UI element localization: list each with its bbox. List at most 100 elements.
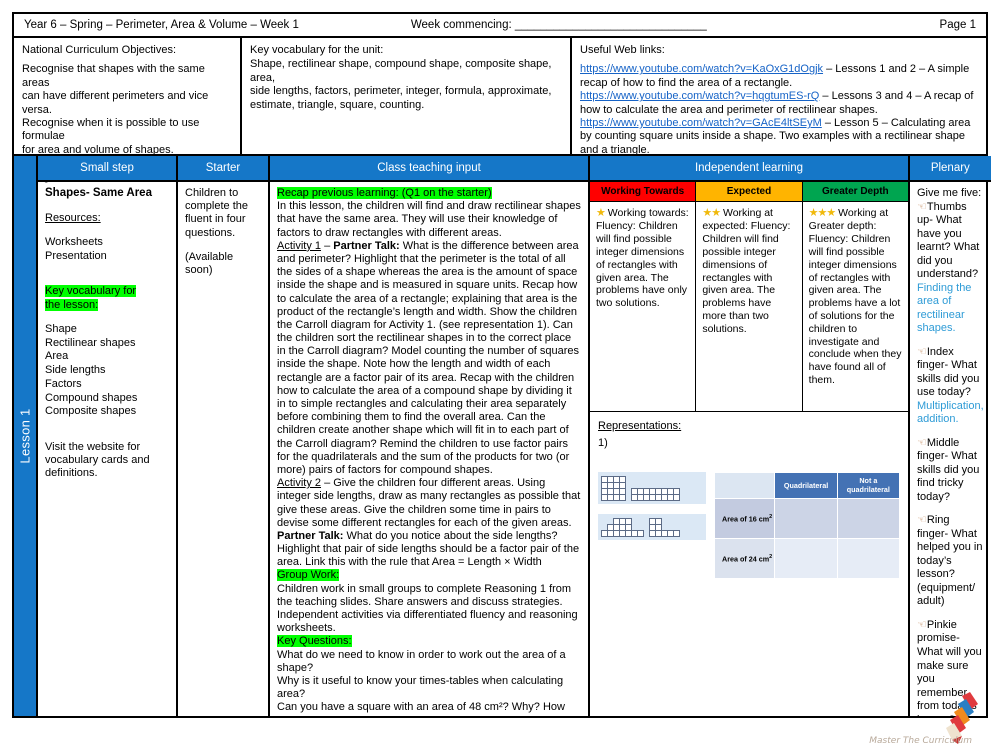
carroll-corner-cell xyxy=(713,472,776,500)
weblink-item: https://www.youtube.com/watch?v=GAcE4ltS… xyxy=(580,117,978,157)
recap-heading: Recap previous learning: (Q1 on the star… xyxy=(277,187,492,199)
representation-1: Quadrilateral Not a quadrilateral Area o… xyxy=(598,472,901,580)
hand-icon: ☜ xyxy=(917,436,927,449)
key-question: Can you have a square with an area of 48… xyxy=(277,701,565,716)
objective-line: Recognise when it is possible to use for… xyxy=(22,117,200,143)
rectilinear-shapes-group xyxy=(598,472,706,579)
vocab-item: Composite shapes xyxy=(45,405,137,418)
representation-number: 1) xyxy=(598,437,608,450)
carroll-row-label-sup: 2 xyxy=(769,553,773,560)
plenary-cell: Give me five: ☜ Thumbs up- What have you … xyxy=(910,182,991,716)
weblink-item: https://www.youtube.com/watch?v=KaOxG1dO… xyxy=(580,63,978,90)
plenary-answer: Finding the area of rectilinear shapes. xyxy=(917,281,972,335)
compound-l-shape-icon xyxy=(648,517,680,537)
vocab-item: Compound shapes xyxy=(45,391,138,404)
key-question: Why is it useful to know your times-tabl… xyxy=(277,674,564,701)
plenary-prompt: Thumbs up- What have you learnt? What di… xyxy=(917,200,980,281)
weblink-url[interactable]: https://www.youtube.com/watch?v=GAcE4ltS… xyxy=(580,117,822,129)
column-body-row: Shapes- Same Area Resources: Worksheets … xyxy=(38,182,991,716)
carroll-row-area-24: Area of 24 cm2 xyxy=(713,538,901,580)
plenary-prompt: Middle finger- What skills did you find … xyxy=(917,436,980,503)
starter-availability: (Available soon) xyxy=(185,250,234,276)
small-step-title: Shapes- Same Area xyxy=(45,187,152,199)
lesson-vocab-heading: Key vocabulary for the lesson: xyxy=(45,285,169,311)
star-rating-icon: ★★★ xyxy=(808,207,837,219)
partner-talk-label: Partner Talk: xyxy=(333,239,400,252)
independent-learning-cell: Working Towards Expected Greater Depth ★… xyxy=(590,182,910,716)
vocab-item: Rectilinear shapes xyxy=(45,336,136,349)
plenary-item: ☜Ring finger- What helped you in today’s… xyxy=(917,514,984,609)
vocabulary-line: Shape, rectilinear shape, compound shape… xyxy=(250,58,552,84)
band-header-expected: Expected xyxy=(696,182,803,202)
column-header-independent: Independent learning xyxy=(590,156,910,182)
compound-step-shape-icon xyxy=(600,517,644,537)
carroll-cell[interactable] xyxy=(836,538,901,580)
vocabulary-line: side lengths, factors, perimeter, intege… xyxy=(250,85,552,98)
lesson-spine-label: Lesson 1 xyxy=(17,408,33,464)
lesson-vocab-heading-line1: Key vocabulary for xyxy=(45,285,137,298)
plenary-item: ☜Middle finger- What skills did you find… xyxy=(917,437,984,505)
plenary-prompt: Ring finger- What helped you in today’s … xyxy=(917,514,983,608)
activity-2-label: Activity 2 xyxy=(277,477,322,490)
band-header-greater-depth: Greater Depth xyxy=(802,182,908,202)
band-body-working-towards: ★ Working towards: Fluency: Children wil… xyxy=(590,202,697,412)
carroll-cell[interactable] xyxy=(836,498,901,540)
column-header-row: Small step Starter Class teaching input … xyxy=(38,156,991,182)
shape-band-bottom xyxy=(598,514,706,541)
plenary-answer: Multiplication, addition. xyxy=(917,399,984,426)
activity-1-label: Activity 1 xyxy=(277,239,322,252)
weblink-url[interactable]: https://www.youtube.com/watch?v=KaOxG1dO… xyxy=(580,63,823,75)
carroll-col-header-quadrilateral: Quadrilateral xyxy=(774,472,838,500)
shape-band-top xyxy=(598,472,706,505)
carroll-cell[interactable] xyxy=(774,538,838,580)
square-4x4-shape-icon xyxy=(600,475,626,501)
column-header-plenary: Plenary xyxy=(910,156,991,182)
useful-web-links: Useful Web links: https://www.youtube.co… xyxy=(572,38,986,157)
weblinks-heading: Useful Web links: xyxy=(580,44,665,56)
lesson-spine: Lesson 1 xyxy=(14,156,38,716)
activity-1-text: What is the difference between area and … xyxy=(277,239,580,476)
lesson-table: Lesson 1 Small step Starter Class teachi… xyxy=(12,156,991,718)
plenary-prompt: Pinkie promise- What will you make sure … xyxy=(917,618,982,716)
vocab-item: Area xyxy=(45,350,69,363)
band-body-expected: ★★ Working at expected: Fluency: Childre… xyxy=(696,202,803,412)
carroll-cell[interactable] xyxy=(774,498,838,540)
key-questions-heading: Key Questions: xyxy=(277,635,352,648)
band-body-text: Fluency: Children will find possible int… xyxy=(596,220,688,310)
week-commencing-field[interactable]: Week commencing: _______________________… xyxy=(411,19,707,31)
differentiation-band-bodies: ★ Working towards: Fluency: Children wil… xyxy=(590,202,908,412)
small-step-footer-note: Visit the website for vocabulary cards a… xyxy=(45,441,150,480)
objectives-heading: National Curriculum Objectives: xyxy=(22,44,177,56)
carroll-diagram: Quadrilateral Not a quadrilateral Area o… xyxy=(713,472,901,580)
column-header-class-teaching: Class teaching input xyxy=(270,156,590,182)
weblink-url[interactable]: https://www.youtube.com/watch?v=hqgtumES… xyxy=(580,90,819,102)
key-question: What do we need to know in order to work… xyxy=(277,648,566,674)
star-rating-icon: ★ xyxy=(596,207,606,219)
lesson-plan-page: Year 6 – Spring – Perimeter, Area & Volu… xyxy=(0,0,1000,750)
vocab-item: Side lengths xyxy=(45,364,106,377)
band-body-text: Fluency: Children will find possible int… xyxy=(808,233,902,386)
group-work-text: Children work in small groups to complet… xyxy=(277,582,578,635)
hand-icon: ☜ xyxy=(917,618,927,631)
weblink-desc-rest: counting square units inside a shape. Tw… xyxy=(580,130,966,156)
plenary-intro: Give me five: xyxy=(917,187,982,199)
rectangle-8x2-shape-icon xyxy=(630,487,680,501)
differentiation-band-headers: Working Towards Expected Greater Depth xyxy=(590,182,908,202)
column-header-starter: Starter xyxy=(178,156,270,182)
vocab-item: Factors xyxy=(45,377,82,390)
key-vocabulary-unit: Key vocabulary for the unit: Shape, rect… xyxy=(242,38,572,154)
resources-heading: Resources: xyxy=(45,211,101,224)
carroll-row-label-sup: 2 xyxy=(769,513,773,520)
band-body-greater-depth: ★★★ Working at Greater depth: Fluency: C… xyxy=(802,202,908,412)
weblink-item: https://www.youtube.com/watch?v=hqgtumES… xyxy=(580,90,978,117)
plenary-item: ☜Index finger- What skills did you use t… xyxy=(917,346,984,427)
plenary-item: ☜Pinkie promise- What will you make sure… xyxy=(917,619,984,716)
partner-talk-label: Partner Talk: xyxy=(277,529,344,542)
column-header-small-step: Small step xyxy=(38,156,178,182)
band-body-text: Fluency: Children will find possible int… xyxy=(702,220,791,335)
band-heading: Working towards: xyxy=(607,207,689,219)
carroll-col-header-not-quadrilateral: Not a quadrilateral xyxy=(836,472,901,500)
carroll-row-header-area-24: Area of 24 cm2 xyxy=(713,538,776,580)
activity-1: Activity 1 – Partner Talk: What is the d… xyxy=(277,240,581,477)
unit-info-row: National Curriculum Objectives: Recognis… xyxy=(12,38,988,183)
